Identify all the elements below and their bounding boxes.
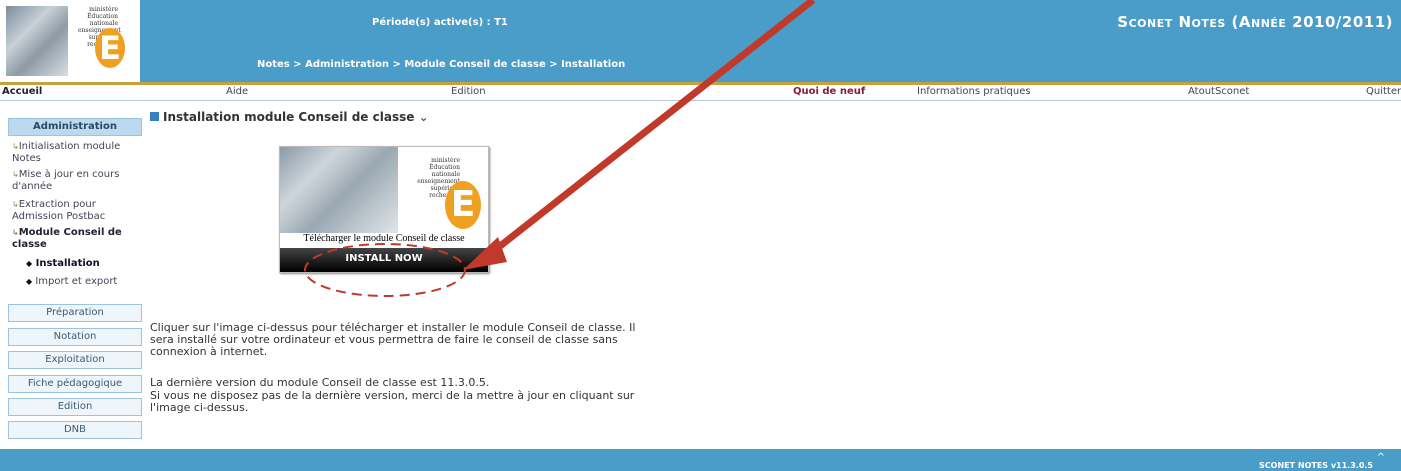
sidebar-item-extraction-postbac[interactable]: ↳Extraction pour Admission Postbac	[12, 199, 140, 223]
active-period: Période(s) active(s) : T1	[372, 17, 508, 28]
title-caret-icon[interactable]: ⌄	[419, 110, 429, 124]
students-photo	[280, 147, 398, 233]
e-logo-icon: E	[95, 28, 125, 68]
sidebar-edition[interactable]: Edition	[8, 398, 142, 416]
sidebar-administration[interactable]: Administration	[8, 118, 142, 136]
bullet-icon: ◆	[26, 277, 33, 286]
sidebar-dnb[interactable]: DNB	[8, 421, 142, 439]
version-footer: SCONET NOTES v11.3.0.5	[1259, 461, 1373, 470]
sidebar-item-conseil-de-classe[interactable]: ↳Module Conseil de classe	[12, 227, 140, 251]
sidebar-subitem-installation[interactable]: ◆ Installation	[26, 258, 136, 270]
arrow-icon: ↳	[12, 228, 19, 237]
menu-quitter[interactable]: Quitter	[1366, 86, 1401, 97]
sidebar-fiche-pedagogique[interactable]: Fiche pédagogique	[8, 375, 142, 393]
menu-edition[interactable]: Edition	[451, 86, 486, 97]
menu-atoutsconet[interactable]: AtoutSconet	[1188, 86, 1249, 97]
app-title: Sconet Notes (Année 2010/2011)	[1117, 13, 1393, 31]
instructions-paragraph: Cliquer sur l'image ci-dessus pour téléc…	[150, 321, 636, 358]
page-title: Installation module Conseil de classe ⌄	[150, 110, 429, 124]
breadcrumb[interactable]: Notes > Administration > Module Conseil …	[257, 59, 625, 70]
menu-quoi-de-neuf[interactable]: Quoi de neuf	[793, 86, 865, 97]
sidebar-item-mise-a-jour[interactable]: ↳Mise à jour en cours d'année	[12, 169, 140, 193]
sidebar-preparation[interactable]: Préparation	[8, 304, 142, 322]
install-now-button[interactable]: INSTALL NOW	[280, 248, 488, 272]
sidebar-item-initialisation[interactable]: ↳Initialisation module Notes	[12, 141, 140, 165]
update-paragraph: Si vous ne disposez pas de la dernière v…	[150, 389, 635, 414]
bullet-icon: ◆	[26, 259, 33, 268]
install-module-button[interactable]: ministère Éducation nationale enseigneme…	[279, 146, 489, 273]
sidebar-subitem-import-export[interactable]: ◆ Import et export	[26, 276, 136, 288]
download-label[interactable]: Télécharger le module Conseil de classe	[280, 233, 488, 247]
arrow-icon: ↳	[12, 170, 19, 179]
title-square-icon	[150, 112, 159, 121]
e-logo-icon: E	[445, 181, 481, 229]
header-bar: ministère Éducation nationale enseigneme…	[0, 0, 1401, 82]
sidebar-notation[interactable]: Notation	[8, 328, 142, 346]
menu-accueil[interactable]: Accueil	[2, 86, 42, 97]
ministere-logo: ministère Éducation nationale enseigneme…	[0, 0, 140, 82]
logo-photo	[6, 6, 68, 76]
scroll-top-icon[interactable]: ^	[1377, 452, 1385, 463]
arrow-icon: ↳	[12, 200, 19, 209]
arrow-icon: ↳	[12, 142, 19, 151]
menu-aide[interactable]: Aide	[226, 86, 248, 97]
top-menu: Accueil Aide Edition Quoi de neuf Inform…	[0, 82, 1401, 101]
sidebar-exploitation[interactable]: Exploitation	[8, 351, 142, 369]
version-line: La dernière version du module Conseil de…	[150, 376, 490, 389]
footer-bar: SCONET NOTES v11.3.0.5 ^	[0, 449, 1401, 471]
menu-informations-pratiques[interactable]: Informations pratiques	[917, 86, 1031, 97]
install-banner-image[interactable]: ministère Éducation nationale enseigneme…	[280, 147, 488, 233]
